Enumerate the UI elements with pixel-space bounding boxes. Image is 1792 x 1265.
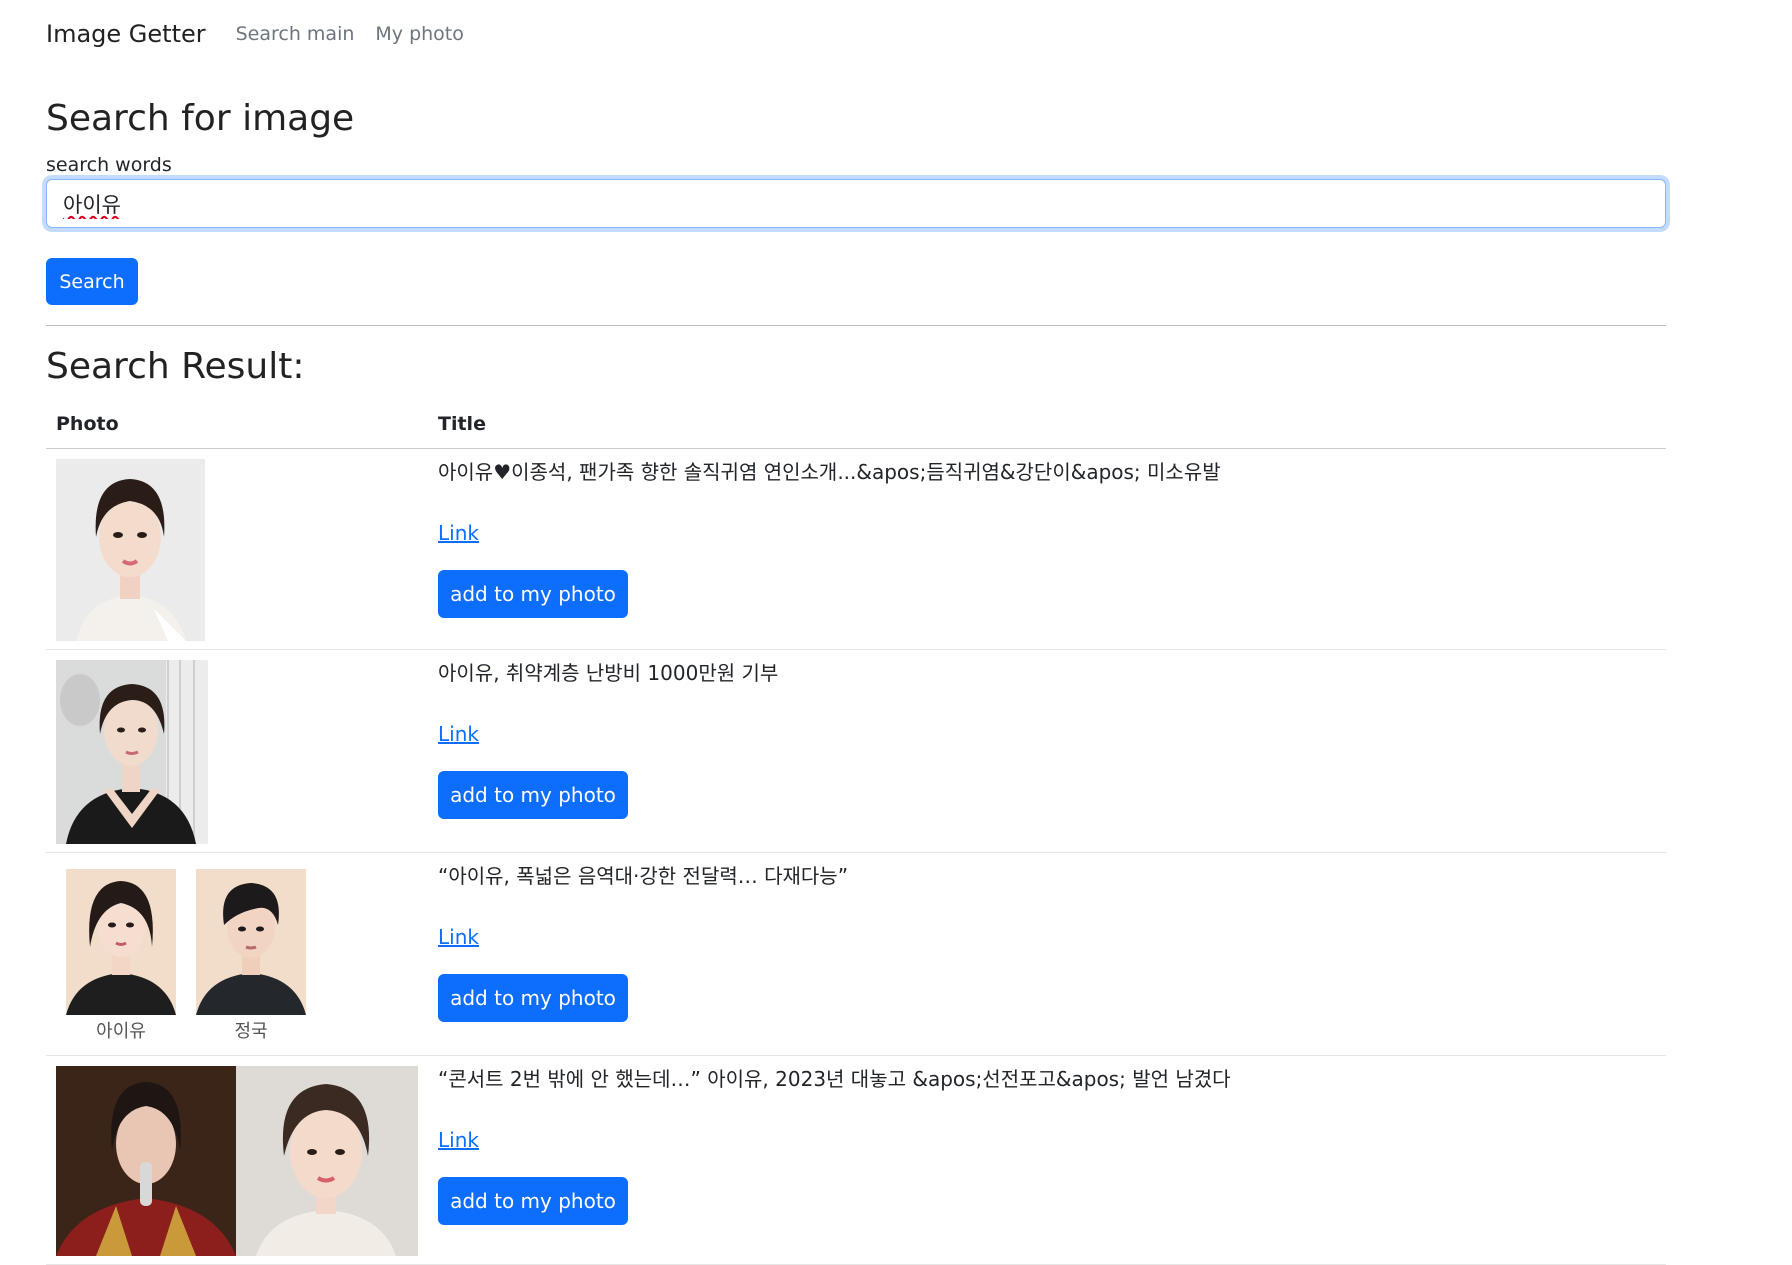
title-cell: “아이유, 폭넓은 음역대·강한 전달력… 다재다능” Link add to … <box>428 852 1666 1056</box>
table-row: 아이유 정국 “아이유, 폭넓은 음역대·강한 전달력… 다재다능” Link … <box>46 852 1666 1056</box>
search-button[interactable]: Search <box>46 258 138 305</box>
results-heading: Search Result: <box>46 346 305 387</box>
result-link[interactable]: Link <box>438 1128 479 1152</box>
result-thumbnail <box>56 660 208 844</box>
add-to-my-photo-button[interactable]: add to my photo <box>438 570 628 618</box>
result-thumbnail: 아이유 정국 <box>56 863 306 1047</box>
result-title: 아이유♥이종석, 팬가족 향한 솔직귀염 연인소개...&apos;듬직귀염&강… <box>438 460 1221 484</box>
caption-right: 정국 <box>234 1021 268 1042</box>
result-title: 아이유, 취약계층 난방비 1000만원 기부 <box>438 661 779 685</box>
brand-link[interactable]: Image Getter <box>46 20 206 48</box>
result-link[interactable]: Link <box>438 722 479 746</box>
title-cell: 아이유♥이종석, 팬가족 향한 솔직귀염 연인소개...&apos;듬직귀염&강… <box>428 448 1666 650</box>
result-thumbnail <box>56 1066 418 1256</box>
table-row: “콘서트 2번 밖에 안 했는데…” 아이유, 2023년 대놓고 &apos;… <box>46 1055 1666 1265</box>
table-header-row: Photo Title <box>46 400 1666 449</box>
page-title: Search for image <box>46 98 355 139</box>
nav-search-main[interactable]: Search main <box>236 23 355 45</box>
add-to-my-photo-button[interactable]: add to my photo <box>438 974 628 1022</box>
nav-my-photo[interactable]: My photo <box>375 23 463 45</box>
section-divider <box>46 325 1666 326</box>
column-header-photo: Photo <box>46 400 428 449</box>
search-label: search words <box>46 154 172 176</box>
add-to-my-photo-button[interactable]: add to my photo <box>438 771 628 819</box>
portrait-right <box>196 869 306 1015</box>
result-title: “콘서트 2번 밖에 안 했는데…” 아이유, 2023년 대놓고 &apos;… <box>438 1067 1231 1091</box>
photo-cell: 아이유 정국 <box>46 852 428 1056</box>
portrait-left <box>66 869 176 1015</box>
photo-cell <box>46 649 428 853</box>
photo-cell <box>46 1055 428 1265</box>
column-header-title: Title <box>428 400 1666 449</box>
caption-left: 아이유 <box>96 1021 146 1042</box>
result-title: “아이유, 폭넓은 음역대·강한 전달력… 다재다능” <box>438 864 849 888</box>
result-link[interactable]: Link <box>438 521 479 545</box>
search-input[interactable] <box>46 179 1666 228</box>
add-to-my-photo-button[interactable]: add to my photo <box>438 1177 628 1225</box>
table-row: 아이유, 취약계층 난방비 1000만원 기부 Link add to my p… <box>46 649 1666 853</box>
results-table: Photo Title 아이유♥이종석, 팬가족 향한 솔직귀염 연인소개...… <box>46 400 1666 1265</box>
result-link[interactable]: Link <box>438 925 479 949</box>
title-cell: “콘서트 2번 밖에 안 했는데…” 아이유, 2023년 대놓고 &apos;… <box>428 1055 1666 1265</box>
top-navbar: Image Getter Search main My photo <box>46 14 485 54</box>
title-cell: 아이유, 취약계층 난방비 1000만원 기부 Link add to my p… <box>428 649 1666 853</box>
result-thumbnail <box>56 459 205 641</box>
photo-cell <box>46 448 428 650</box>
table-row: 아이유♥이종석, 팬가족 향한 솔직귀염 연인소개...&apos;듬직귀염&강… <box>46 448 1666 650</box>
